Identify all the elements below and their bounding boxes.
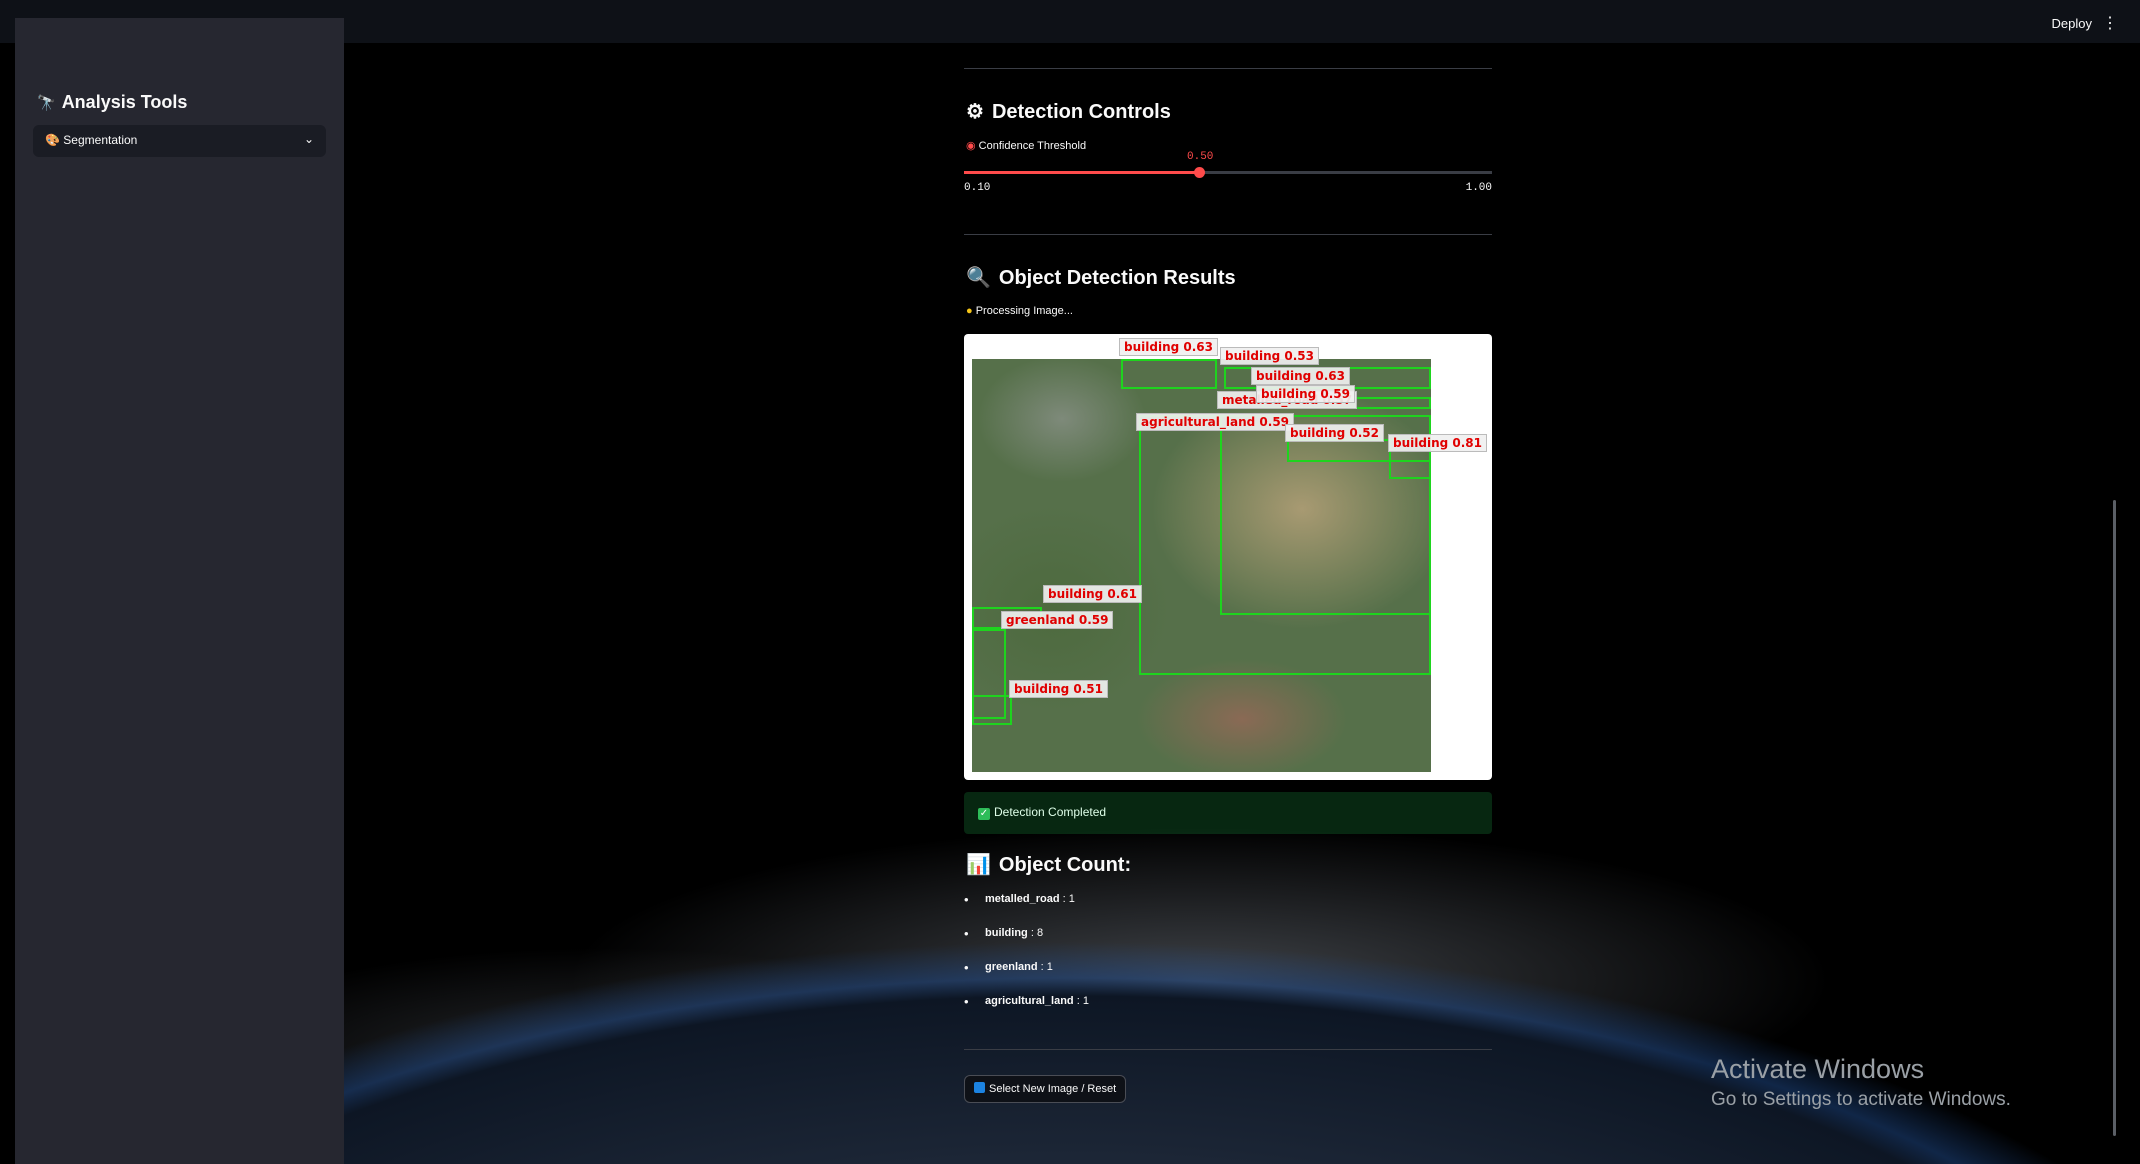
detection-label: building 0.53: [1220, 347, 1319, 365]
detection-label: building 0.52: [1285, 424, 1384, 442]
status-dot-icon: ●: [966, 305, 973, 317]
windows-activation-watermark: Activate Windows Go to Settings to activ…: [1711, 1054, 2011, 1110]
detection-label: building 0.51: [1009, 680, 1108, 698]
detection-label: agricultural_land 0.59: [1136, 413, 1295, 431]
list-item: greenland : 1: [964, 960, 1492, 995]
target-icon: ◉: [966, 140, 976, 152]
divider: [964, 1049, 1492, 1050]
divider: [964, 234, 1492, 235]
slider-min: 0.10: [964, 182, 991, 194]
scrollbar[interactable]: [2113, 500, 2116, 1136]
detection-label: building 0.59: [1256, 385, 1355, 403]
object-count-heading: 📊 Object Count:: [966, 854, 1132, 876]
reset-button[interactable]: Select New Image / Reset: [964, 1075, 1127, 1103]
bbox: [1121, 359, 1217, 389]
processing-status: ● Processing Image...: [966, 305, 1073, 317]
bbox: [972, 695, 1012, 725]
slider-fill: [964, 171, 1199, 174]
refresh-icon: [974, 1082, 985, 1093]
list-item: agricultural_land : 1: [964, 994, 1492, 1029]
satellite-image: building 0.63 building 0.53 building 0.6…: [972, 338, 1487, 772]
chevron-down-icon: ⌄: [303, 132, 314, 146]
detection-label: building 0.63: [1119, 338, 1218, 356]
sidebar-title: 🔭 Analysis Tools: [37, 92, 188, 112]
results-heading: 🔍 Object Detection Results: [966, 267, 1236, 289]
divider: [964, 68, 1492, 69]
list-item: metalled_road : 1: [964, 892, 1492, 927]
detection-completed-alert: ✓ Detection Completed: [964, 792, 1492, 834]
slider-value: 0.50: [1187, 151, 1214, 163]
gear-icon: ⚙: [966, 101, 984, 123]
detection-controls-heading: ⚙ Detection Controls: [966, 101, 1171, 123]
check-icon: ✓: [978, 808, 990, 820]
detection-label: building 0.61: [1043, 585, 1142, 603]
detection-image-card: building 0.63 building 0.53 building 0.6…: [964, 334, 1492, 780]
select-value: Segmentation: [63, 133, 138, 147]
threshold-label: ◉ Confidence Threshold: [966, 140, 1087, 152]
analysis-tool-select[interactable]: 🎨 Segmentation ⌄: [33, 125, 326, 157]
detection-label: building 0.63: [1251, 367, 1350, 385]
sidebar: 🔭 Analysis Tools 🎨 Segmentation ⌄: [15, 18, 344, 1164]
detection-label: building 0.81: [1388, 434, 1487, 452]
slider-max: 1.00: [1465, 182, 1492, 194]
segmentation-icon: 🎨: [45, 133, 60, 147]
list-item: building : 8: [964, 926, 1492, 961]
deploy-button[interactable]: Deploy: [2052, 16, 2092, 31]
telescope-icon: 🔭: [37, 95, 56, 112]
bar-chart-icon: 📊: [966, 854, 991, 876]
slider-thumb[interactable]: [1194, 167, 1205, 178]
magnifier-icon: 🔍: [966, 267, 991, 289]
detection-label: greenland 0.59: [1001, 611, 1114, 629]
kebab-menu-icon[interactable]: ⋮: [2102, 13, 2118, 33]
object-count-list: metalled_road : 1 building : 8 greenland…: [964, 892, 1492, 1029]
